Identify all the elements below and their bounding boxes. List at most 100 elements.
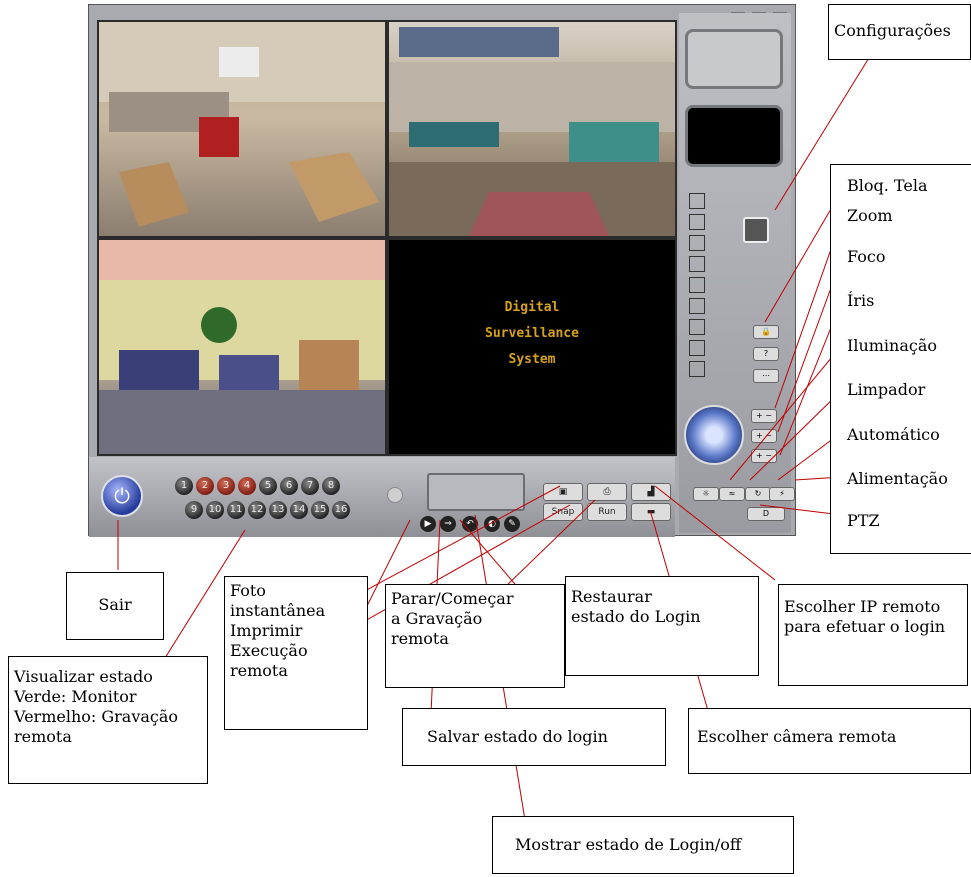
label-foto-line-1: Foto [230, 581, 266, 600]
layout-4-icon[interactable] [689, 256, 705, 272]
layout-6-icon[interactable] [689, 298, 705, 314]
label-visualizar-line-2: Verde: Monitor [14, 687, 137, 706]
channel-button-11[interactable]: 11 [227, 501, 245, 519]
label-parar-line-1: Parar/Começar [391, 589, 514, 608]
layout-5-icon[interactable] [689, 277, 705, 293]
label-sair: Sair [66, 572, 164, 640]
label-mostrar-login: Mostrar estado de Login/off [492, 816, 794, 874]
print-icon-button[interactable]: ⎙ [587, 483, 627, 501]
layout-7-icon[interactable] [689, 319, 705, 335]
iris-button[interactable]: + − [751, 449, 777, 463]
layout-9-icon[interactable] [689, 361, 705, 377]
channel-button-15[interactable]: 15 [311, 501, 329, 519]
volume-button[interactable]: ◐ [483, 515, 501, 533]
channel-button-8[interactable]: 8 [322, 477, 340, 495]
label-visualizar-line-3: Vermelho: Gravação [14, 707, 179, 726]
channel-button-13[interactable]: 13 [269, 501, 287, 519]
layout-8-icon[interactable] [689, 340, 705, 356]
label-restaurar-line-1: Restaurar [571, 587, 652, 606]
channel-button-7[interactable]: 7 [301, 477, 319, 495]
zoom-button[interactable]: + − [751, 409, 777, 423]
channel-button-6[interactable]: 6 [280, 477, 298, 495]
layout-1-icon[interactable] [689, 193, 705, 209]
small-options-button[interactable]: ⋯ [753, 369, 779, 383]
label-iluminacao: Iluminação [847, 336, 938, 356]
label-parar-comecar-gravacao: Parar/Começar a Gravação remota [385, 584, 565, 688]
ptz-direction-dial[interactable] [684, 405, 744, 465]
camera-view-4-idle[interactable]: Digital Surveillance System [387, 238, 677, 456]
label-escolher-camera-text: Escolher câmera remota [697, 727, 897, 746]
label-foto-line-2: instantânea [230, 601, 326, 620]
channel-button-5[interactable]: 5 [259, 477, 277, 495]
status-indicator [387, 487, 403, 503]
login-status-display [427, 473, 525, 511]
label-ptz: PTZ [847, 511, 880, 531]
channel-button-10[interactable]: 10 [206, 501, 224, 519]
focus-button[interactable]: + − [751, 429, 777, 443]
label-visualizar-line-1: Visualizar estado [14, 667, 153, 686]
restore-login-button[interactable]: ↶ [461, 515, 479, 533]
label-escolher-ip-line-2: para efetuar o login [784, 617, 946, 636]
label-foto-imprimir-execucao: Foto instantânea Imprimir Execução remot… [224, 576, 368, 730]
exit-power-button[interactable]: ⏻ [101, 475, 143, 517]
save-login-button[interactable]: ⇒ [439, 515, 457, 533]
label-bloq-tela: Bloq. Tela [847, 176, 928, 196]
channel-button-16[interactable]: 16 [332, 501, 350, 519]
label-escolher-ip: Escolher IP remoto para efetuar o login [778, 584, 968, 686]
channel-button-1[interactable]: 1 [175, 477, 193, 495]
channel-button-9[interactable]: 9 [185, 501, 203, 519]
label-sair-text: Sair [98, 595, 132, 614]
living-room-scene [99, 240, 385, 454]
label-alimentacao: Alimentação [847, 469, 948, 489]
pen-button[interactable]: ✎ [503, 515, 521, 533]
label-salvar-login: Salvar estado do login [402, 708, 666, 766]
lock-screen-icon[interactable]: 🔒 [753, 325, 779, 339]
label-escolher-ip-line-1: Escolher IP remoto [784, 597, 941, 616]
remote-camera-button[interactable]: ▬ [631, 503, 671, 521]
power-aux-button[interactable]: ⚡ [769, 487, 795, 501]
label-salvar-text: Salvar estado do login [427, 727, 608, 746]
label-visualizar-estado: Visualizar estado Verde: Monitor Vermelh… [8, 656, 208, 784]
video-wall: Digital Surveillance System [97, 20, 677, 456]
play-button[interactable]: ▶ [419, 515, 437, 533]
remote-ip-button[interactable]: ▟ [631, 483, 671, 501]
label-zoom: Zoom [847, 206, 893, 226]
label-automatico: Automático [847, 425, 940, 445]
recreation-scene [389, 27, 675, 236]
snap-button[interactable]: Snap [543, 503, 583, 521]
label-foto-line-4: Execução [230, 641, 308, 660]
label-mostrar-text: Mostrar estado de Login/off [515, 835, 742, 854]
layout-2-icon[interactable] [689, 214, 705, 230]
label-parar-line-3: remota [391, 629, 449, 648]
ptz-mode-button[interactable]: D [747, 507, 785, 521]
settings-icon[interactable] [743, 217, 769, 243]
digital-surveillance-system-text: Digital Surveillance System [389, 295, 675, 373]
screen-line-1: Digital [504, 300, 560, 315]
label-restaurar-login: Restaurar estado do Login [565, 576, 759, 676]
camera-view-2-recreation-center[interactable] [387, 20, 677, 238]
channel-button-3[interactable]: 3 [217, 477, 235, 495]
run-button[interactable]: Run [587, 503, 627, 521]
channel-button-12[interactable]: 12 [248, 501, 266, 519]
layout-selector [689, 193, 709, 382]
channel-button-14[interactable]: 14 [290, 501, 308, 519]
channel-button-4[interactable]: 4 [238, 477, 256, 495]
label-foto-line-3: Imprimir [230, 621, 303, 640]
camera-snap-icon-button[interactable]: ▣ [543, 483, 583, 501]
screen-line-2: Surveillance [485, 326, 579, 341]
layout-3-icon[interactable] [689, 235, 705, 251]
label-foco: Foco [847, 247, 886, 267]
auto-button[interactable]: ↻ [745, 487, 771, 501]
help-icon[interactable]: ? [753, 347, 779, 361]
label-restaurar-line-2: estado do Login [571, 607, 701, 626]
screen-line-3: System [508, 352, 556, 367]
light-button[interactable]: ☼ [693, 487, 719, 501]
camera-view-1-office[interactable] [97, 20, 387, 238]
wiper-button[interactable]: ≈ [719, 487, 745, 501]
label-escolher-camera: Escolher câmera remota [688, 708, 971, 774]
channel-button-2[interactable]: 2 [196, 477, 214, 495]
camera-view-3-living-room[interactable] [97, 238, 387, 456]
label-configuracoes-text: Configurações [834, 21, 951, 40]
label-visualizar-line-4: remota [14, 727, 72, 746]
preview-screen-black [685, 105, 783, 167]
